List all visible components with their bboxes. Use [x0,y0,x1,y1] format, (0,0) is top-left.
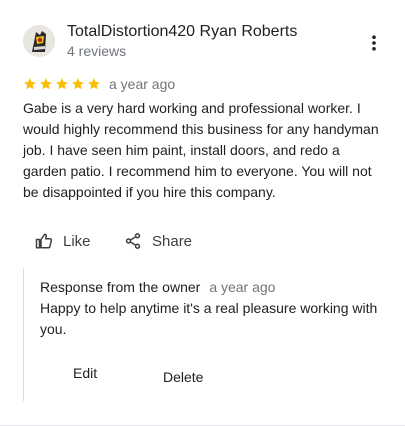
review-text: Gabe is a very hard working and professi… [23,100,379,200]
owner-response-time: a year ago [209,279,276,295]
reviewer-review-count: 4 reviews [67,43,127,59]
star-icon [56,78,68,90]
like-label: Like [63,232,91,250]
like-button[interactable]: Like [35,228,91,254]
reviewer-name[interactable]: TotalDistortion420 Ryan Roberts [67,23,297,41]
share-button[interactable]: Share [124,228,192,254]
more-vert-icon [372,35,376,51]
rating-row: a year ago [23,76,175,92]
owner-response: Response from the owner a year ago Happy… [23,268,405,401]
owner-response-title: Response from the owner [40,279,201,295]
star-icon [88,78,100,90]
edit-response-button[interactable]: Edit [73,365,97,381]
review-time: a year ago [109,76,176,92]
reviewer-avatar[interactable] [23,25,55,57]
star-icon [72,78,84,90]
owner-response-header: Response from the owner a year ago [40,279,275,295]
avatar-image [23,25,55,57]
thumb-up-icon [35,233,53,249]
delete-response-button[interactable]: Delete [163,369,203,385]
star-icon [40,78,52,90]
owner-response-text: Happy to help anytime it's a real pleasu… [40,300,378,337]
share-label: Share [152,232,193,250]
star-rating [23,77,101,91]
more-options-button[interactable] [362,30,386,56]
star-icon [24,78,36,90]
share-icon [125,233,141,249]
